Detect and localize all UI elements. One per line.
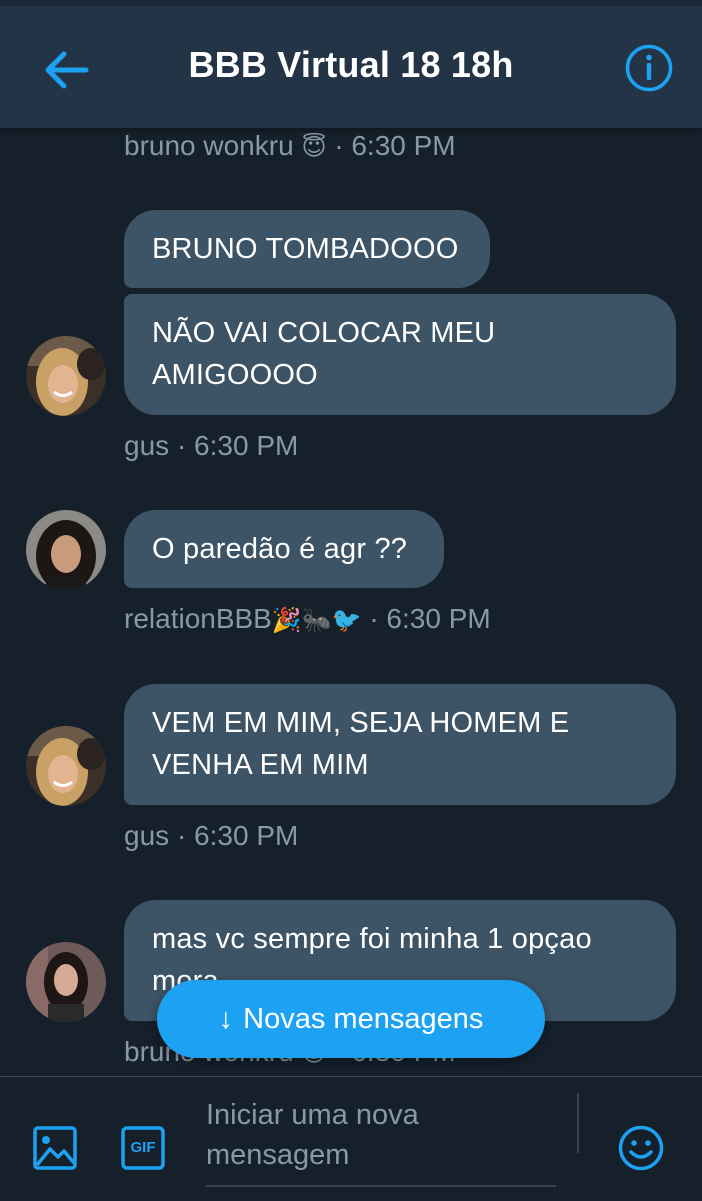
message-bubble[interactable]: NÃO VAI COLOCAR MEU AMIGOOOO xyxy=(124,294,676,415)
new-messages-button[interactable]: ↓ Novas mensagens xyxy=(157,980,545,1058)
status-bar xyxy=(0,0,702,6)
message-time: · 6:30 PM xyxy=(334,130,456,161)
avatar-relationbbb[interactable] xyxy=(26,510,106,590)
sender-name: bruno wonkru xyxy=(124,130,294,161)
add-gif-button[interactable]: GIF xyxy=(120,1125,166,1171)
message-meta: gus · 6:30 PM xyxy=(124,820,298,852)
message-time: · 6:30 PM xyxy=(176,430,299,461)
message-bubble[interactable]: O paredão é agr ?? xyxy=(124,510,444,588)
sender-emoji: 🎉🐜🐦 xyxy=(271,607,362,634)
message-composer: GIF Iniciar uma nova mensagem xyxy=(0,1076,702,1201)
avatar-image xyxy=(26,726,106,806)
message-meta: bruno wonkru 😇 · 6:30 PM xyxy=(124,130,456,162)
message-meta: gus · 6:30 PM xyxy=(124,430,298,462)
add-image-button[interactable] xyxy=(32,1125,78,1171)
info-button[interactable] xyxy=(624,43,674,93)
message-time: · 6:30 PM xyxy=(369,603,491,634)
avatar-gus[interactable] xyxy=(26,336,106,416)
arrow-down-icon: ↓ xyxy=(218,1002,234,1035)
message-text: BRUNO TOMBADOOO xyxy=(152,233,459,265)
message-text: NÃO VAI COLOCAR MEU AMIGOOOO xyxy=(152,317,496,391)
sender-name: gus xyxy=(124,820,170,851)
message-input[interactable]: Iniciar uma nova mensagem xyxy=(206,1095,556,1187)
emoji-icon xyxy=(618,1125,664,1171)
info-icon xyxy=(625,44,673,92)
sender-name: gus xyxy=(124,430,170,461)
image-icon xyxy=(33,1126,77,1170)
message-bubble[interactable]: BRUNO TOMBADOOO xyxy=(124,210,490,288)
message-text: VEM EM MIM, SEJA HOMEM E VENHA EM MIM xyxy=(152,707,570,781)
message-time: · 6:30 PM xyxy=(176,820,299,851)
composer-divider xyxy=(577,1093,579,1153)
sender-name: relationBBB xyxy=(124,603,272,634)
gif-label: GIF xyxy=(130,1139,156,1156)
message-bubble[interactable]: VEM EM MIM, SEJA HOMEM E VENHA EM MIM xyxy=(124,684,676,805)
avatar-gus[interactable] xyxy=(26,726,106,806)
conversation-title: BBB Virtual 18 18h xyxy=(188,44,514,85)
avatar-image xyxy=(26,942,106,1022)
avatar-bruno-wonkru[interactable] xyxy=(26,942,106,1022)
emoji-button[interactable] xyxy=(617,1124,665,1172)
message-text: O paredão é agr ?? xyxy=(152,533,408,565)
avatar-image xyxy=(26,510,106,590)
sender-emoji: 😇 xyxy=(301,134,327,161)
avatar-image xyxy=(26,336,106,416)
new-messages-label: Novas mensagens xyxy=(243,1002,484,1035)
message-list[interactable]: bruno wonkru 😇 · 6:30 PM BRUNO TOMBADOOO… xyxy=(0,128,702,1076)
conversation-header: BBB Virtual 18 18h xyxy=(0,0,702,128)
message-meta: relationBBB🎉🐜🐦 · 6:30 PM xyxy=(124,603,491,635)
